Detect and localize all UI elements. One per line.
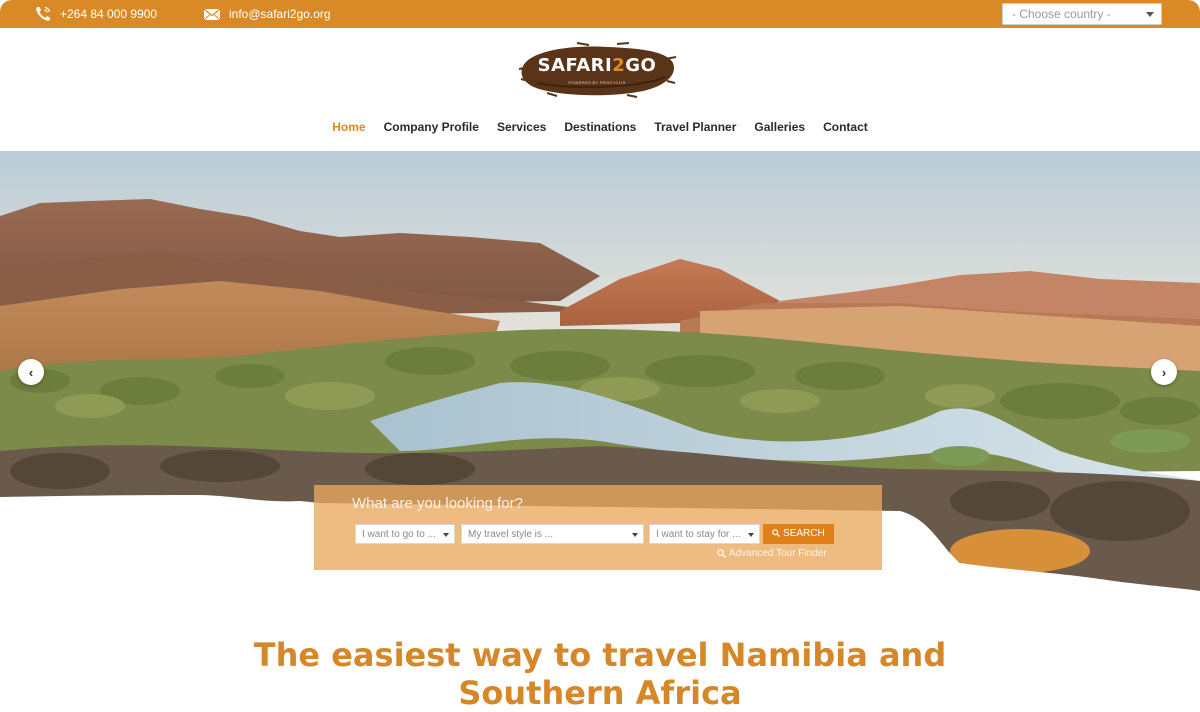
headline-line-1: The easiest way to travel Namibia and xyxy=(253,636,947,674)
headline-line-2: Southern Africa xyxy=(458,674,742,712)
slider-next-button[interactable]: › xyxy=(1151,359,1177,385)
chevron-down-icon xyxy=(1146,12,1154,17)
nav-item-galleries[interactable]: Galleries xyxy=(754,120,805,134)
duration-select-value: I want to stay for ... xyxy=(656,529,741,540)
page-headline: The easiest way to travel Namibia and So… xyxy=(0,636,1200,712)
nav-item-destinations[interactable]: Destinations xyxy=(564,120,636,134)
search-icon xyxy=(772,529,781,537)
nav-item-company-profile[interactable]: Company Profile xyxy=(384,120,479,134)
chevron-down-icon xyxy=(632,533,638,537)
tour-search-panel: What are you looking for? I want to go t… xyxy=(314,485,882,570)
logo-subtitle: POWERED BY PROCYCLIS xyxy=(568,80,626,85)
travel-style-select[interactable]: My travel style is ... xyxy=(461,524,644,544)
email-contact[interactable]: info@safari2go.org xyxy=(203,0,331,28)
phone-number: +264 84 000 9900 xyxy=(60,7,158,21)
chevron-right-icon: › xyxy=(1161,364,1167,380)
country-select-value: - Choose country - xyxy=(1012,7,1111,21)
advanced-tour-finder-label: Advanced Tour Finder xyxy=(729,548,827,559)
chevron-down-icon xyxy=(443,533,449,537)
main-nav: Home Company Profile Services Destinatio… xyxy=(0,120,1200,134)
chevron-left-icon: ‹ xyxy=(28,364,34,380)
search-button[interactable]: SEARCH xyxy=(763,524,834,544)
nav-item-services[interactable]: Services xyxy=(497,120,546,134)
destination-select[interactable]: I want to go to ... xyxy=(355,524,455,544)
envelope-icon xyxy=(203,8,221,21)
search-button-label: SEARCH xyxy=(783,528,825,539)
advanced-tour-finder-link[interactable]: Advanced Tour Finder xyxy=(717,548,827,559)
travel-style-select-value: My travel style is ... xyxy=(468,529,554,540)
country-select[interactable]: - Choose country - xyxy=(1002,3,1162,25)
chevron-down-icon xyxy=(748,533,754,537)
logo-wordmark: SAFARI2GO xyxy=(537,55,657,76)
destination-select-value: I want to go to ... xyxy=(362,529,436,540)
top-bar: +264 84 000 9900 info@safari2go.org - Ch… xyxy=(0,0,1200,28)
nav-item-home[interactable]: Home xyxy=(332,120,365,134)
search-icon xyxy=(717,549,726,558)
phone-icon xyxy=(36,6,51,21)
nav-item-contact[interactable]: Contact xyxy=(823,120,868,134)
site-logo[interactable]: SAFARI2GO POWERED BY PROCYCLIS xyxy=(517,39,677,99)
search-title: What are you looking for? xyxy=(352,495,523,512)
phone-contact[interactable]: +264 84 000 9900 xyxy=(34,0,157,28)
slider-prev-button[interactable]: ‹ xyxy=(18,359,44,385)
nav-item-travel-planner[interactable]: Travel Planner xyxy=(654,120,736,134)
duration-select[interactable]: I want to stay for ... xyxy=(649,524,760,544)
email-address: info@safari2go.org xyxy=(229,7,331,21)
